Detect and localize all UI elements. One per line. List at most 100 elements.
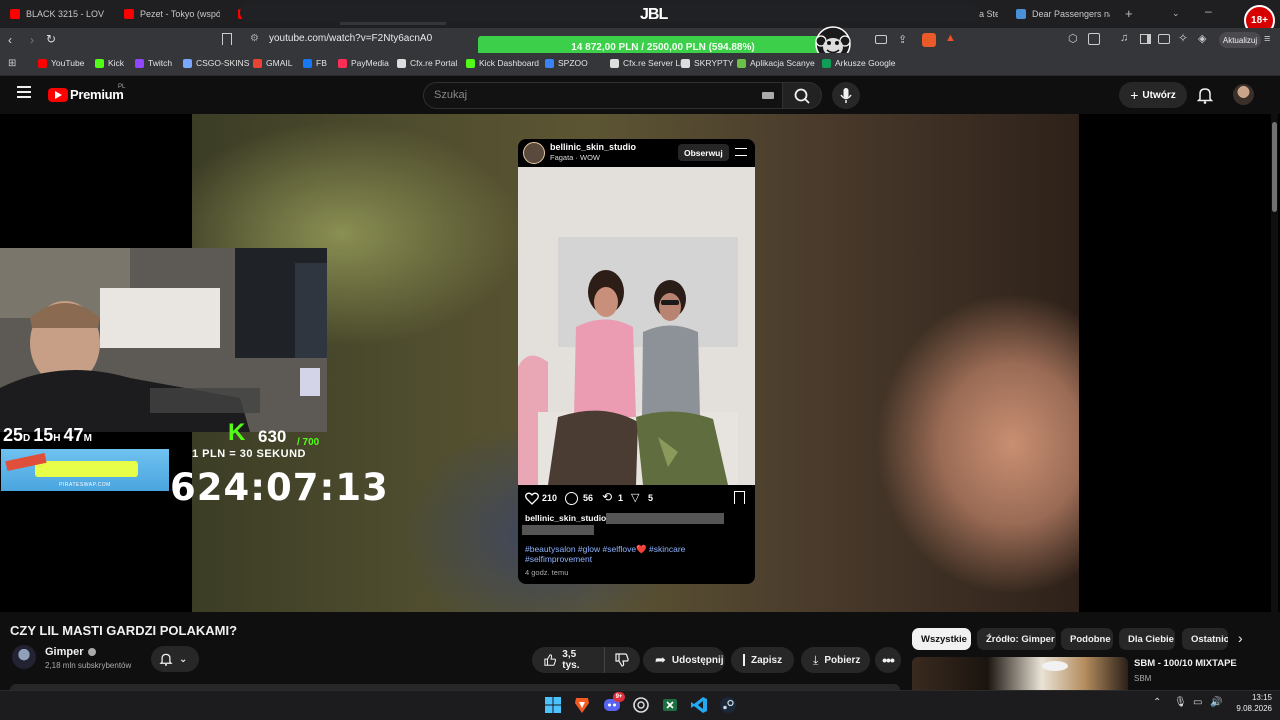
kick-logo-icon: K [228, 419, 246, 446]
apps-grid-icon[interactable]: ⊞ [8, 58, 16, 69]
kick-sub-goal: / 700 [297, 437, 320, 448]
insta-like-icon [525, 492, 539, 505]
microphone-icon[interactable]: 🎙 [1174, 697, 1187, 708]
chatgpt-icon[interactable] [631, 695, 651, 715]
media-icon[interactable]: ♫ [1120, 32, 1128, 44]
filter-chip[interactable]: Ostatnio [1182, 628, 1228, 650]
youtube-logo-text[interactable]: Premium [70, 87, 124, 102]
cast-icon[interactable] [875, 35, 887, 44]
clock-date[interactable]: 9.08.2026 [1226, 704, 1272, 713]
excel-icon[interactable] [660, 695, 680, 715]
network-icon[interactable]: ▭ [1193, 697, 1202, 708]
address-bar[interactable] [240, 3, 980, 22]
tab-search-icon[interactable]: ⌄ [1172, 8, 1180, 19]
bookmark-favicon-icon [338, 58, 347, 68]
extensions-icon[interactable]: ⬡ [1068, 32, 1078, 45]
sponsor-banner: PIRATESWAP.COM [1, 449, 169, 491]
clock-time[interactable]: 13:15 [1232, 693, 1272, 702]
back-icon[interactable]: ‹ [8, 33, 12, 47]
bookmark-label: FB [316, 58, 327, 68]
browser-tab[interactable]: Dear Passengers na St [1008, 3, 1118, 25]
chips-next-icon[interactable]: › [1238, 630, 1243, 646]
url-text[interactable]: youtube.com/watch?v=F2Nty6acnA0 [269, 33, 432, 44]
sidebar-icon[interactable] [1140, 34, 1151, 44]
bookmark-item[interactable]: Kick [95, 58, 124, 68]
page-scrollbar-thumb[interactable] [1272, 122, 1277, 212]
insta-follow-button: Obserwuj [678, 144, 729, 161]
bookmark-item[interactable]: CSGO-SKINS [183, 58, 249, 68]
bookmark-item[interactable]: YouTube [38, 58, 84, 68]
bookmark-icon[interactable] [222, 33, 232, 45]
bookmark-label: Kick [108, 58, 125, 68]
new-tab-button[interactable]: + [1125, 6, 1133, 21]
save-button[interactable]: Zapisz [731, 647, 794, 673]
user-avatar[interactable] [1233, 84, 1254, 105]
bookmark-item[interactable]: FB [303, 58, 327, 68]
share-button[interactable]: ➦ Udostępnij [643, 647, 725, 673]
reload-icon[interactable]: ↻ [46, 32, 56, 46]
youtube-logo-icon[interactable] [48, 88, 68, 102]
minimize-icon[interactable]: – [1205, 4, 1225, 24]
bookmark-item[interactable]: Cfx.re Portal [397, 58, 457, 68]
update-button[interactable]: Aktualizuj [1219, 32, 1261, 48]
streamer-webcam [0, 248, 327, 432]
subathon-days-unit: D [23, 433, 31, 444]
more-actions-button[interactable]: ••• [875, 647, 901, 673]
bookmark-item[interactable]: PayMedia [338, 58, 389, 68]
bookmark-item[interactable]: Kick Dashboard [466, 58, 539, 68]
page-scrollbar-track[interactable] [1271, 114, 1278, 690]
voice-search-button[interactable] [832, 82, 860, 109]
keyboard-icon[interactable] [762, 92, 774, 99]
channel-name[interactable]: Gimper [45, 646, 84, 658]
recommendation-title[interactable]: SBM - 100/10 MIXTAPE [1134, 658, 1237, 669]
share-page-icon[interactable]: ⇪ [898, 33, 907, 46]
search-button[interactable] [782, 82, 822, 109]
filter-chip[interactable]: Podobne [1061, 628, 1113, 650]
browser-tab[interactable]: Pezet - Tokyo (współpr [116, 3, 228, 25]
bookmark-label: SKRYPTY [694, 58, 734, 68]
hamburger-menu-icon[interactable] [17, 86, 31, 98]
volume-icon[interactable]: 🔊 [1210, 697, 1222, 708]
search-box[interactable] [423, 82, 786, 109]
leo-ai-icon[interactable]: ✧ [1178, 31, 1188, 45]
brave-rewards-icon[interactable]: ▲ [945, 32, 956, 44]
dislike-button[interactable] [604, 647, 640, 673]
vpn-icon[interactable]: ◈ [1198, 32, 1206, 45]
chevron-down-icon: ⌄ [179, 653, 188, 665]
create-button[interactable]: + Utwórz [1119, 82, 1187, 108]
subathon-hours: 15 [33, 425, 54, 445]
download-button[interactable]: ⤓ Pobierz [801, 647, 870, 673]
channel-avatar[interactable] [12, 645, 36, 669]
search-input[interactable]: Szukaj [434, 89, 467, 101]
bookmark-item[interactable]: Aplikacja Scanye [737, 58, 815, 68]
insta-caption-redacted [606, 513, 724, 524]
forward-icon[interactable]: › [30, 33, 34, 47]
brave-shields-icon[interactable] [922, 33, 936, 47]
vscode-icon[interactable] [689, 695, 709, 715]
bookmark-item[interactable]: Arkusze Google [822, 58, 895, 68]
filter-chip[interactable]: Wszystkie [912, 628, 971, 650]
notifications-bell-icon[interactable] [1197, 86, 1213, 104]
bookmark-item[interactable]: Cfx.re Server List [610, 58, 689, 68]
wallet-icon[interactable] [1158, 34, 1170, 44]
bookmark-item[interactable]: SPZOO [545, 58, 588, 68]
recommendation-thumbnail[interactable] [912, 657, 1128, 690]
discord-notification-badge: 9+ [613, 692, 625, 702]
site-info-icon[interactable]: ⚙ [250, 33, 259, 44]
insta-likes-count: 210 [542, 493, 558, 503]
browser-tab[interactable]: BLACK 3215 - LOVESTO [2, 3, 112, 25]
screenshot-icon[interactable] [1088, 33, 1100, 45]
like-button[interactable]: 3,5 tys. [532, 647, 604, 673]
windows-start-icon[interactable] [543, 695, 563, 715]
menu-icon[interactable]: ≡ [1264, 33, 1270, 45]
subscribed-notifications-button[interactable]: ⌄ [151, 646, 199, 672]
channel-name-row[interactable]: Gimper [45, 646, 96, 658]
filter-chip[interactable]: Źródło: Gimper [977, 628, 1056, 650]
system-tray-chevron-icon[interactable]: ⌃ [1153, 697, 1161, 708]
bookmark-item[interactable]: GMAIL [253, 58, 292, 68]
filter-chip[interactable]: Dla Ciebie [1119, 628, 1175, 650]
bookmark-item[interactable]: SKRYPTY [681, 58, 734, 68]
steam-icon[interactable] [718, 695, 738, 715]
brave-browser-icon[interactable] [572, 695, 592, 715]
bookmark-item[interactable]: Twitch [135, 58, 172, 68]
